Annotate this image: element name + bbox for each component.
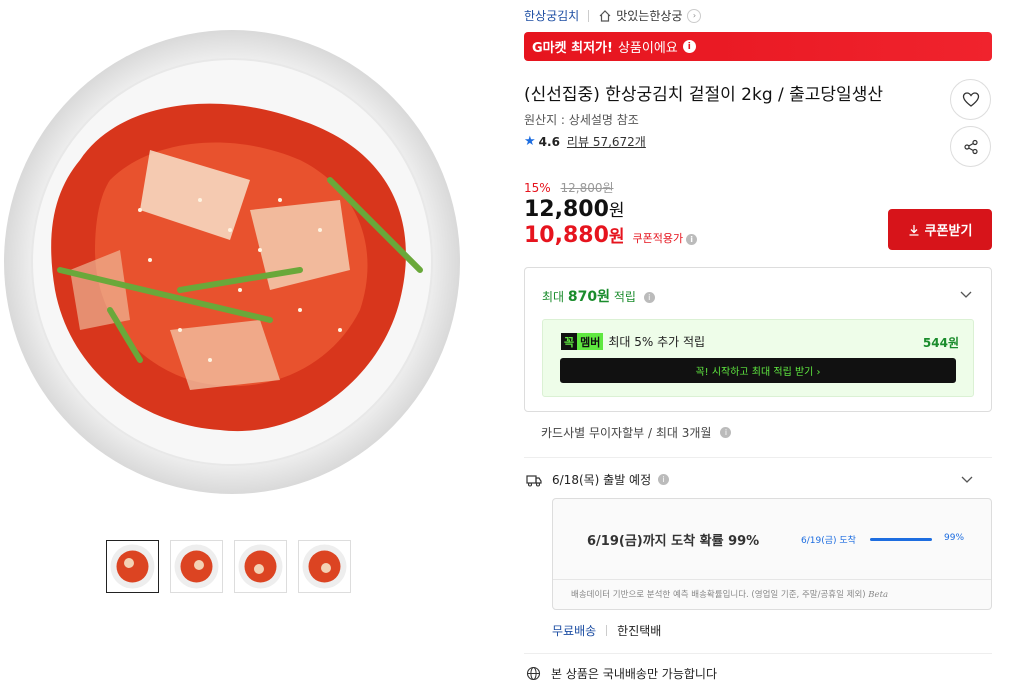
divider bbox=[524, 653, 992, 654]
probability-percent: 99% bbox=[944, 533, 965, 543]
breadcrumb-divider bbox=[588, 9, 590, 22]
member-reward-amount: 544원 bbox=[922, 336, 959, 350]
beta-tag: Beta bbox=[868, 590, 889, 600]
coupon-button-label: 쿠폰받기 bbox=[924, 224, 973, 239]
info-icon[interactable]: i bbox=[686, 234, 698, 245]
member-reward-text: 최대 5% 추가 적립 bbox=[608, 335, 706, 349]
reward-prefix: 최대 bbox=[542, 290, 565, 304]
probability-bar bbox=[870, 538, 932, 541]
member-badge-text: 멤버 bbox=[577, 333, 604, 350]
coupon-price-unit: 원 bbox=[608, 227, 625, 247]
product-title: (신선집중) 한상궁김치 겉절이 2kg / 출고당일생산 bbox=[524, 85, 883, 105]
shipping-departure-row: 6/18(목) 출발 예정 i bbox=[526, 471, 670, 488]
probability-headline: 6/19(금)까지 도착 확률 99% bbox=[587, 534, 760, 549]
main-product-image bbox=[0, 30, 470, 500]
coupon-price-number: 10,880 bbox=[524, 223, 609, 248]
info-icon[interactable]: i bbox=[658, 474, 670, 485]
reward-summary: 최대 870원 적립 i bbox=[542, 286, 655, 306]
breadcrumb: 한상궁김치 맛있는한상궁 › bbox=[524, 7, 702, 24]
divider bbox=[606, 625, 608, 636]
sale-price-unit: 원 bbox=[608, 201, 625, 221]
rating-score: 4.6 bbox=[538, 134, 560, 149]
lowest-price-banner: G마켓 최저가! 상품이에요 i bbox=[524, 32, 992, 61]
banner-text: 상품이에요 bbox=[617, 41, 678, 56]
shipping-methods: 무료배송 한진택배 bbox=[552, 622, 661, 639]
probability-note-text: 배송데이터 기반으로 분석한 예측 배송확률입니다. (영업일 기준, 주말/공… bbox=[571, 590, 866, 600]
info-icon[interactable]: i bbox=[643, 292, 655, 303]
discount-percent: 15% bbox=[524, 181, 551, 195]
carrier-name: 한진택배 bbox=[617, 624, 662, 638]
reward-suffix: 적립 bbox=[613, 290, 636, 304]
divider bbox=[524, 457, 992, 458]
coupon-download-button[interactable]: 쿠폰받기 bbox=[888, 209, 992, 250]
member-signup-button[interactable]: 꼭! 시작하고 최대 적립 받기 › bbox=[560, 358, 956, 383]
delivery-probability-box: 6/19(금)까지 도착 확률 99% 6/19(금) 도착 99% 배송데이터… bbox=[552, 498, 992, 610]
download-icon bbox=[909, 224, 919, 236]
installment-row: 카드사별 무이자할부 / 최대 3개월 i bbox=[541, 424, 732, 441]
thumbnail-strip bbox=[106, 540, 351, 593]
thumbnail-4[interactable] bbox=[298, 540, 351, 593]
share-button[interactable] bbox=[950, 126, 991, 167]
member-badge-mark: 꼭 bbox=[561, 333, 578, 350]
star-icon: ★ bbox=[524, 134, 536, 149]
member-reward-box: 꼭 멤버 최대 5% 추가 적립 544원 꼭! 시작하고 최대 적립 받기 › bbox=[542, 319, 974, 397]
product-origin: 원산지 : 상세설명 참조 bbox=[524, 113, 639, 127]
chevron-down-icon[interactable] bbox=[960, 472, 974, 486]
member-reward-line: 꼭 멤버 최대 5% 추가 적립 bbox=[561, 333, 705, 350]
domestic-shipping-notice: 본 상품은 국내배송만 가능합니다 bbox=[526, 665, 717, 682]
globe-icon bbox=[526, 666, 541, 681]
sale-price-number: 12,800 bbox=[524, 197, 609, 222]
coupon-price-label: 쿠폰적용가 bbox=[632, 232, 684, 245]
thumbnail-2[interactable] bbox=[170, 540, 223, 593]
store-link[interactable]: 맛있는한상궁 bbox=[616, 7, 682, 24]
wishlist-button[interactable] bbox=[950, 79, 991, 120]
info-icon[interactable]: i bbox=[720, 427, 732, 438]
brand-link[interactable]: 한상궁김치 bbox=[524, 7, 579, 24]
probability-date: 6/19(금) 도착 bbox=[801, 536, 856, 546]
free-shipping-label: 무료배송 bbox=[552, 624, 597, 638]
coupon-price: 10,880 원 쿠폰적용가 i bbox=[524, 222, 698, 248]
thumbnail-3[interactable] bbox=[234, 540, 287, 593]
banner-bold: G마켓 최저가! bbox=[532, 41, 613, 56]
reward-panel: 최대 870원 적립 i 꼭 멤버 최대 5% 추가 적립 544원 꼭! 시작하… bbox=[524, 267, 992, 412]
departure-text: 6/18(목) 출발 예정 bbox=[552, 473, 652, 487]
member-badge: 꼭 멤버 bbox=[561, 333, 604, 350]
heart-icon bbox=[962, 91, 979, 107]
thumbnail-1[interactable] bbox=[106, 540, 159, 593]
chevron-down-icon[interactable] bbox=[959, 287, 973, 301]
reward-amount: 870원 bbox=[567, 289, 611, 305]
installment-text: 카드사별 무이자할부 / 최대 3개월 bbox=[541, 426, 712, 440]
sale-price: 12,800원 bbox=[524, 196, 625, 222]
divider bbox=[553, 579, 991, 580]
discount-row: 15% 12,800원 bbox=[524, 179, 614, 196]
info-icon[interactable]: i bbox=[682, 40, 696, 53]
original-price: 12,800원 bbox=[560, 181, 614, 195]
probability-note: 배송데이터 기반으로 분석한 예측 배송확률입니다. (영업일 기준, 주말/공… bbox=[571, 588, 888, 600]
rating-row: ★ 4.6 리뷰 57,672개 bbox=[524, 133, 646, 150]
share-icon bbox=[963, 139, 978, 154]
chevron-right-icon[interactable]: › bbox=[687, 8, 702, 23]
review-count-link[interactable]: 리뷰 57,672개 bbox=[567, 133, 646, 150]
home-icon bbox=[599, 9, 611, 22]
truck-icon bbox=[526, 474, 542, 487]
domestic-notice-text: 본 상품은 국내배송만 가능합니다 bbox=[551, 667, 718, 681]
